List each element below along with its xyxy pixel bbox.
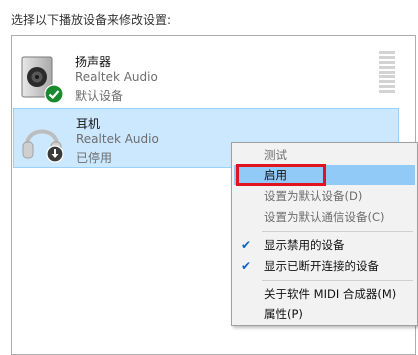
disabled-arrow-icon: [46, 145, 64, 163]
annotation-highlight-box: [236, 164, 326, 186]
check-icon: ✔: [241, 259, 252, 273]
menu-item-show-disabled[interactable]: ✔ 显示禁用的设备: [234, 235, 415, 255]
menu-item-test[interactable]: 测试: [234, 145, 415, 165]
device-item-speaker[interactable]: 扬声器 Realtek Audio 默认设备: [13, 47, 399, 107]
instruction-label: 选择以下播放设备来修改设置:: [11, 13, 172, 27]
device-name: 扬声器: [75, 55, 112, 69]
menu-separator: [262, 280, 413, 281]
device-driver: Realtek Audio: [76, 132, 159, 146]
menu-item-set-default[interactable]: 设置为默认设备(D): [234, 186, 415, 206]
default-check-icon: [44, 84, 64, 104]
menu-item-properties[interactable]: 属性(P): [234, 304, 415, 324]
device-driver: Realtek Audio: [75, 70, 158, 84]
device-name: 耳机: [76, 117, 101, 131]
check-icon: ✔: [241, 238, 252, 252]
menu-item-show-disconnected[interactable]: ✔ 显示已断开连接的设备: [234, 256, 415, 276]
volume-level-meter: [379, 51, 395, 93]
device-status: 已停用: [76, 151, 113, 165]
menu-item-set-default-comm[interactable]: 设置为默认通信设备(C): [234, 207, 415, 227]
menu-item-about-midi[interactable]: 关于软件 MIDI 合成器(M): [234, 284, 415, 304]
menu-separator: [262, 231, 413, 232]
device-status: 默认设备: [75, 89, 124, 103]
